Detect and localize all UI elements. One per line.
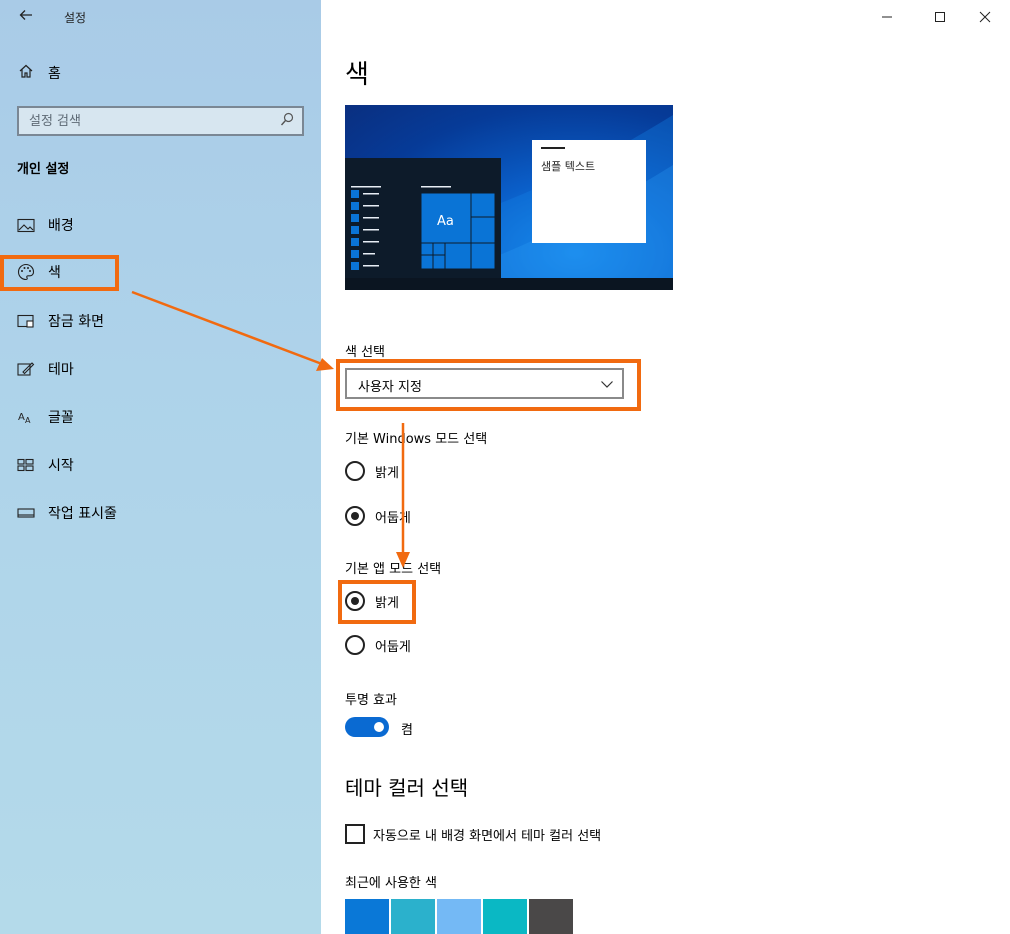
sidebar-item-label: 글꼴 [48,410,74,426]
sample-window: 샘플 텍스트 [532,140,646,243]
transparency-state: 켬 [401,723,413,738]
radio-label: 밝게 [375,465,399,481]
start-tiles-graphic [351,186,496,270]
checkbox-label: 자동으로 내 배경 화면에서 테마 컬러 선택 [373,828,602,844]
app-mode-dark-radio[interactable]: 어둡게 [345,634,411,656]
sidebar-item-fonts[interactable]: AA 글꼴 [16,406,74,428]
theme-color-heading: 테마 컬러 선택 [345,776,469,800]
maximize-button[interactable] [917,0,963,34]
search-icon[interactable] [280,112,296,130]
settings-search[interactable] [17,106,304,136]
sidebar-item-start[interactable]: 시작 [16,454,74,476]
lock-screen-icon [16,312,36,330]
highlight-app-light [338,580,416,624]
color-swatch[interactable] [437,899,481,934]
highlight-color-nav [0,255,119,291]
color-swatch[interactable] [345,899,389,934]
color-swatch[interactable] [391,899,435,934]
svg-text:A: A [25,416,31,425]
color-swatch[interactable] [529,899,573,934]
radio-circle [345,635,365,655]
sidebar-item-taskbar[interactable]: 작업 표시줄 [16,502,117,524]
radio-circle [345,506,365,526]
close-button[interactable] [962,0,1008,34]
page-title: 색 [345,60,369,90]
sidebar-item-label: 작업 표시줄 [48,506,117,522]
sample-text: 샘플 텍스트 [541,160,596,173]
sidebar-item-label: 시작 [48,458,74,474]
sidebar-item-label: 잠금 화면 [48,314,104,330]
color-choice-label: 색 선택 [345,345,386,360]
image-icon [16,216,36,234]
tile-label: Aa [437,214,454,229]
main-panel: 색 Aa 샘플 텍스트 색 선택 사용자 지정 기본 Windows 모드 선택… [321,0,1010,934]
maximize-icon [935,12,945,22]
recent-colors [345,899,575,934]
minimize-button[interactable] [864,0,910,34]
minimize-icon [882,16,892,18]
start-menu-preview: Aa [345,158,501,278]
transparency-label: 투명 효과 [345,693,397,708]
windows-mode-light-radio[interactable]: 밝게 [345,460,399,482]
sidebar-item-background[interactable]: 배경 [16,214,74,236]
checkbox-box [345,824,365,844]
svg-text:A: A [18,412,25,423]
sidebar-item-theme[interactable]: 테마 [16,358,74,380]
close-icon [979,11,991,23]
home-icon [18,63,36,83]
taskbar-icon [16,504,36,522]
start-icon [16,456,36,474]
radio-label: 어둡게 [375,510,411,526]
home-nav[interactable]: 홈 [18,62,61,84]
windows-mode-label: 기본 Windows 모드 선택 [345,432,488,447]
back-button[interactable] [14,6,38,28]
highlight-color-dropdown [336,359,641,411]
sidebar-item-label: 배경 [48,218,74,234]
app-title: 설정 [64,11,87,25]
section-heading: 개인 설정 [17,162,70,177]
arrow-left-icon [19,10,32,20]
auto-accent-checkbox[interactable]: 자동으로 내 배경 화면에서 테마 컬러 선택 [345,824,601,844]
sidebar-item-lock-screen[interactable]: 잠금 화면 [16,310,104,332]
sidebar-item-label: 테마 [48,362,74,378]
title-bar: 설정 [0,0,321,34]
radio-label: 어둡게 [375,639,411,655]
app-mode-label: 기본 앱 모드 선택 [345,562,442,577]
color-swatch[interactable] [483,899,527,934]
theme-icon [16,360,36,378]
radio-circle [345,461,365,481]
taskbar-preview [345,278,673,290]
search-input[interactable] [19,108,269,134]
settings-sidebar: 설정 홈 개인 설정 배경 색 잠금 화면 테마 [0,0,321,934]
home-label: 홈 [48,66,61,82]
font-icon: AA [16,408,36,426]
transparency-toggle[interactable] [345,717,389,737]
color-preview: Aa 샘플 텍스트 [345,105,673,290]
windows-mode-dark-radio[interactable]: 어둡게 [345,505,411,527]
recent-colors-label: 최근에 사용한 색 [345,876,437,891]
